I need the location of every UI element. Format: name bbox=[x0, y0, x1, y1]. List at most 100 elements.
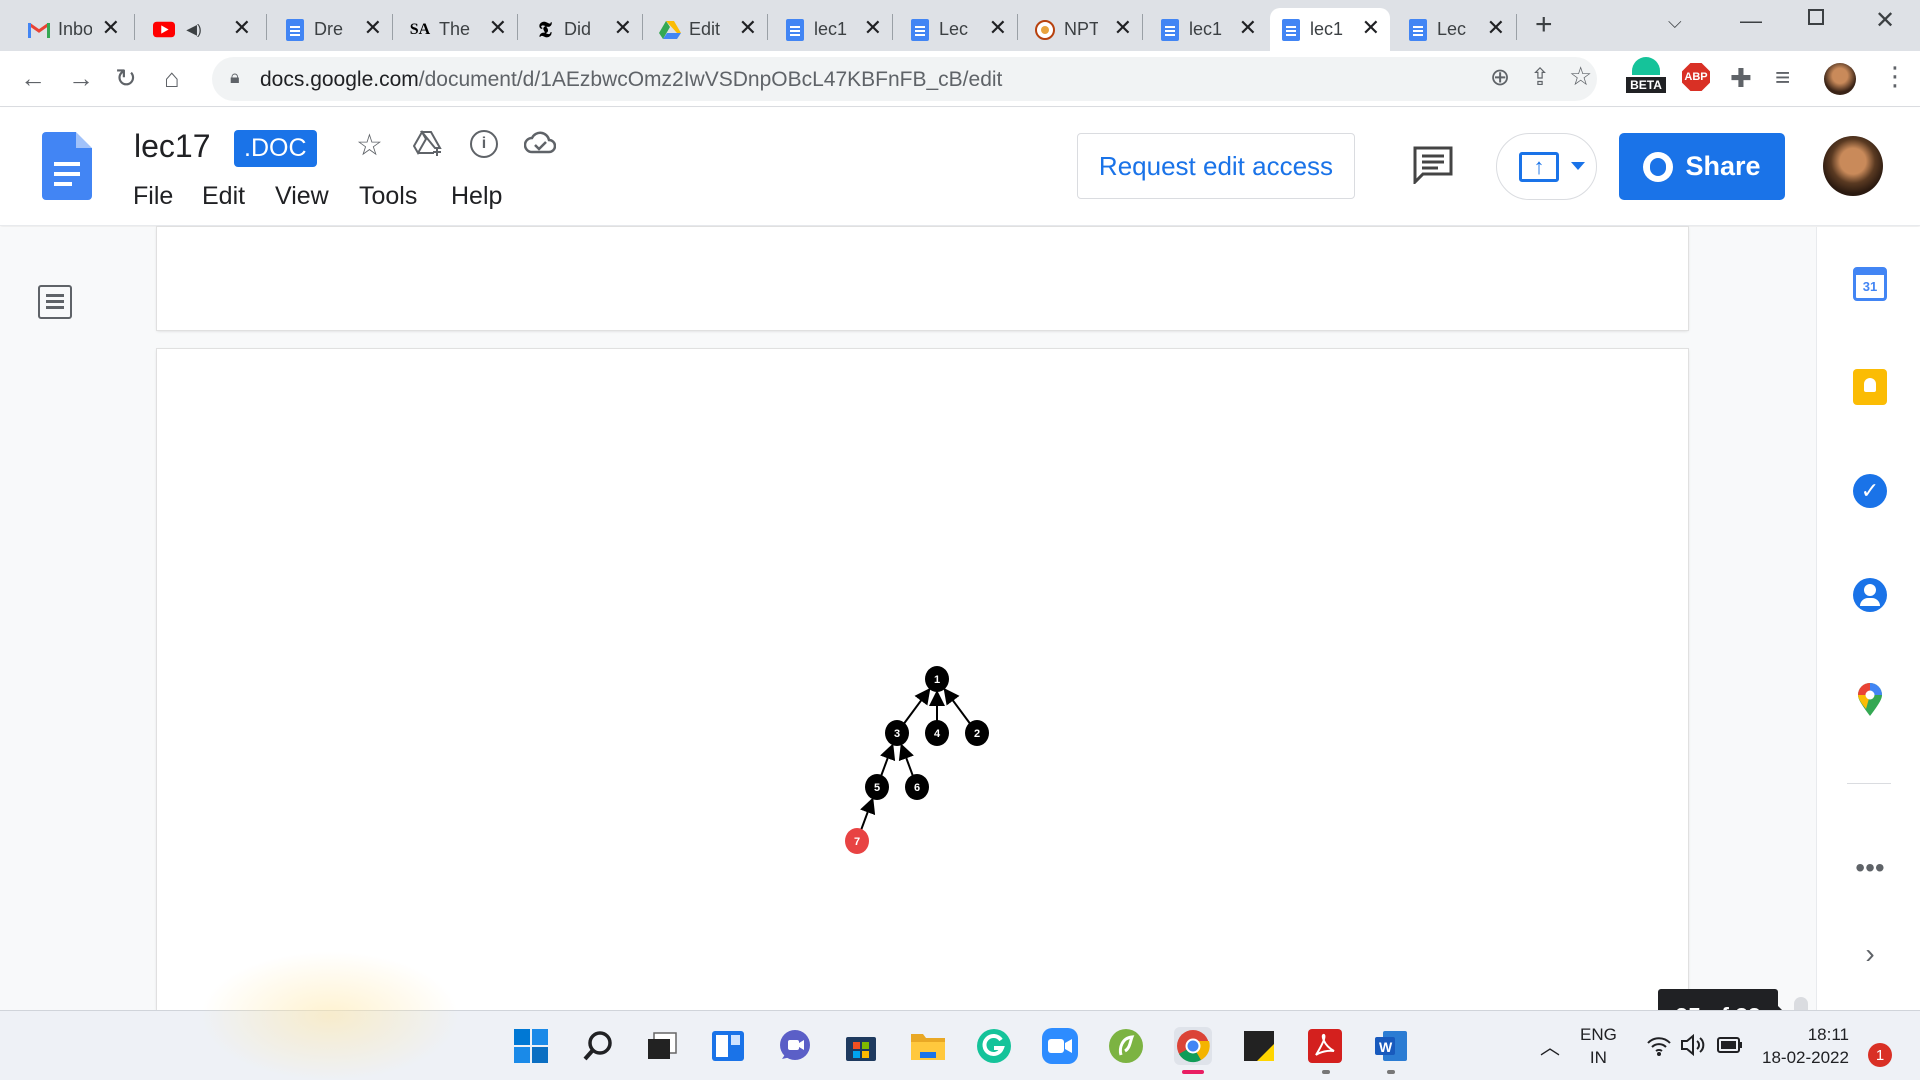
document-page-current[interactable]: 1 3 4 2 5 6 7 bbox=[157, 349, 1688, 1010]
chrome-menu-icon[interactable]: ⋮ bbox=[1882, 61, 1908, 91]
tab-docs-active[interactable]: lec1 ✕ bbox=[1270, 8, 1390, 51]
tab-docs-lec1-b[interactable]: lec1 ✕ bbox=[1149, 8, 1267, 51]
tab-nptel[interactable]: NPT ✕ bbox=[1024, 8, 1142, 51]
bookmark-star-icon[interactable]: ☆ bbox=[1569, 61, 1592, 92]
notification-count-badge[interactable]: 1 bbox=[1868, 1043, 1892, 1067]
close-window-icon[interactable]: ✕ bbox=[1875, 6, 1895, 35]
forward-icon[interactable]: → bbox=[68, 63, 94, 93]
share-page-icon[interactable]: ⇪ bbox=[1530, 63, 1550, 92]
user-avatar[interactable] bbox=[1823, 136, 1883, 196]
close-tab-icon[interactable]: ✕ bbox=[864, 17, 882, 39]
close-tab-icon[interactable]: ✕ bbox=[1487, 17, 1505, 39]
store-icon[interactable] bbox=[842, 1027, 880, 1065]
widgets-icon[interactable] bbox=[709, 1027, 747, 1065]
sticky-notes-icon[interactable] bbox=[1240, 1027, 1278, 1065]
docs-logo-icon[interactable] bbox=[42, 132, 92, 200]
show-hidden-icons-chevron-icon[interactable]: ︿ bbox=[1540, 1031, 1560, 1060]
chrome-icon[interactable] bbox=[1174, 1027, 1212, 1065]
windows-start-icon[interactable] bbox=[512, 1027, 550, 1065]
battery-charging-icon[interactable] bbox=[1716, 1035, 1744, 1060]
upload-arrow-icon: ↑ bbox=[1519, 152, 1559, 182]
menu-edit[interactable]: Edit bbox=[202, 182, 245, 211]
docs-icon bbox=[909, 18, 931, 41]
acrobat-icon[interactable] bbox=[1306, 1027, 1344, 1065]
menu-view[interactable]: View bbox=[275, 182, 329, 211]
menu-help[interactable]: Help bbox=[451, 182, 502, 211]
close-tab-icon[interactable]: ✕ bbox=[1114, 17, 1132, 39]
cloud-saved-icon[interactable] bbox=[523, 130, 557, 161]
restore-icon[interactable] bbox=[1808, 9, 1824, 25]
extensions-puzzle-icon[interactable]: ✚ bbox=[1730, 63, 1752, 93]
tab-search-icon[interactable]: ⌵ bbox=[1668, 12, 1682, 33]
close-tab-icon[interactable]: ✕ bbox=[989, 17, 1007, 39]
home-icon[interactable]: ⌂ bbox=[164, 63, 180, 93]
calendar-icon[interactable]: 31 bbox=[1851, 265, 1889, 303]
tab-docs-lec[interactable]: Lec ✕ bbox=[899, 8, 1017, 51]
close-tab-icon[interactable]: ✕ bbox=[364, 17, 382, 39]
back-icon[interactable]: ← bbox=[20, 63, 46, 93]
close-tab-icon[interactable]: ✕ bbox=[1239, 17, 1257, 39]
tab-docs-dre[interactable]: Dre ✕ bbox=[274, 8, 392, 51]
present-upload-button[interactable]: ↑ bbox=[1496, 133, 1597, 200]
tab-docs-lec-b[interactable]: Lec ✕ bbox=[1397, 8, 1515, 51]
address-bar[interactable]: 🔒︎ docs.google.com/document/d/1AEzbwcOmz… bbox=[212, 57, 1597, 101]
reload-icon[interactable]: ↻ bbox=[115, 63, 137, 93]
comments-icon[interactable] bbox=[1413, 146, 1453, 189]
share-button[interactable]: Share bbox=[1619, 133, 1785, 200]
search-icon[interactable] bbox=[579, 1027, 617, 1065]
document-info-icon[interactable]: i bbox=[470, 130, 498, 158]
input-language-indicator[interactable]: ENG IN bbox=[1580, 1023, 1617, 1069]
adblock-plus-icon[interactable]: ABP bbox=[1682, 63, 1710, 91]
zoom-icon[interactable] bbox=[1041, 1027, 1079, 1065]
minimize-icon[interactable]: — bbox=[1740, 8, 1762, 34]
tree-node-label: 7 bbox=[854, 836, 860, 848]
system-clock[interactable]: 18:11 18-02-2022 bbox=[1762, 1023, 1849, 1069]
star-icon[interactable]: ☆ bbox=[356, 128, 383, 163]
file-explorer-icon[interactable] bbox=[909, 1027, 947, 1065]
tab-docs-lec1[interactable]: lec1 ✕ bbox=[774, 8, 892, 51]
zoom-icon[interactable]: ⊕ bbox=[1490, 63, 1510, 92]
tab-nyt[interactable]: 𝕿 Did ✕ bbox=[524, 8, 642, 51]
docs-icon bbox=[1159, 18, 1181, 41]
task-view-icon[interactable] bbox=[643, 1027, 681, 1065]
word-icon[interactable]: W bbox=[1372, 1027, 1410, 1065]
menu-tools[interactable]: Tools bbox=[359, 182, 417, 211]
document-title[interactable]: lec17 bbox=[134, 128, 211, 165]
tab-gmail[interactable]: Inbox ✕ bbox=[18, 8, 130, 51]
grammarly-beta-extension-icon[interactable]: BETA bbox=[1626, 53, 1666, 99]
keep-icon[interactable] bbox=[1851, 368, 1889, 406]
tab-sa[interactable]: SA The ✕ bbox=[399, 8, 517, 51]
grammarly-icon[interactable] bbox=[975, 1027, 1013, 1065]
move-to-drive-icon[interactable] bbox=[412, 129, 443, 161]
maps-icon[interactable] bbox=[1851, 681, 1889, 719]
wifi-icon[interactable] bbox=[1646, 1035, 1672, 1063]
tab-youtube[interactable]: ◀︎) ✕ bbox=[143, 8, 261, 51]
document-outline-icon[interactable] bbox=[38, 285, 72, 319]
reading-list-icon[interactable]: ≡ bbox=[1775, 62, 1790, 92]
close-tab-icon[interactable]: ✕ bbox=[1362, 17, 1380, 39]
lock-icon[interactable]: 🔒︎ bbox=[230, 67, 240, 88]
teams-chat-icon[interactable] bbox=[776, 1027, 814, 1065]
request-edit-access-button[interactable]: Request edit access bbox=[1077, 133, 1355, 199]
url-text[interactable]: docs.google.com/document/d/1AEzbwcOmz2Iw… bbox=[260, 68, 1002, 92]
expand-panel-icon[interactable]: › bbox=[1851, 935, 1889, 973]
document-page-previous[interactable] bbox=[157, 227, 1688, 330]
speaker-icon[interactable]: ◀︎) bbox=[183, 19, 205, 41]
document-workspace[interactable]: 1342567 25 of 33 bbox=[0, 227, 1816, 1043]
menu-file[interactable]: File bbox=[133, 182, 173, 211]
new-tab-button[interactable]: + bbox=[1535, 8, 1553, 42]
contacts-icon[interactable] bbox=[1851, 576, 1889, 614]
evernote-icon[interactable] bbox=[1107, 1027, 1145, 1065]
tasks-icon[interactable]: ✓ bbox=[1851, 472, 1889, 510]
close-tab-icon[interactable]: ✕ bbox=[489, 17, 507, 39]
tab-title: lec1 bbox=[1310, 19, 1344, 39]
profile-avatar[interactable] bbox=[1824, 63, 1856, 95]
volume-icon[interactable] bbox=[1680, 1033, 1708, 1062]
clock-date: 18-02-2022 bbox=[1762, 1048, 1849, 1067]
close-tab-icon[interactable]: ✕ bbox=[102, 17, 120, 39]
close-tab-icon[interactable]: ✕ bbox=[233, 17, 251, 39]
close-tab-icon[interactable]: ✕ bbox=[739, 17, 757, 39]
tab-drive[interactable]: Edit ✕ bbox=[649, 8, 767, 51]
close-tab-icon[interactable]: ✕ bbox=[614, 17, 632, 39]
more-icon[interactable]: ••• bbox=[1851, 849, 1889, 887]
